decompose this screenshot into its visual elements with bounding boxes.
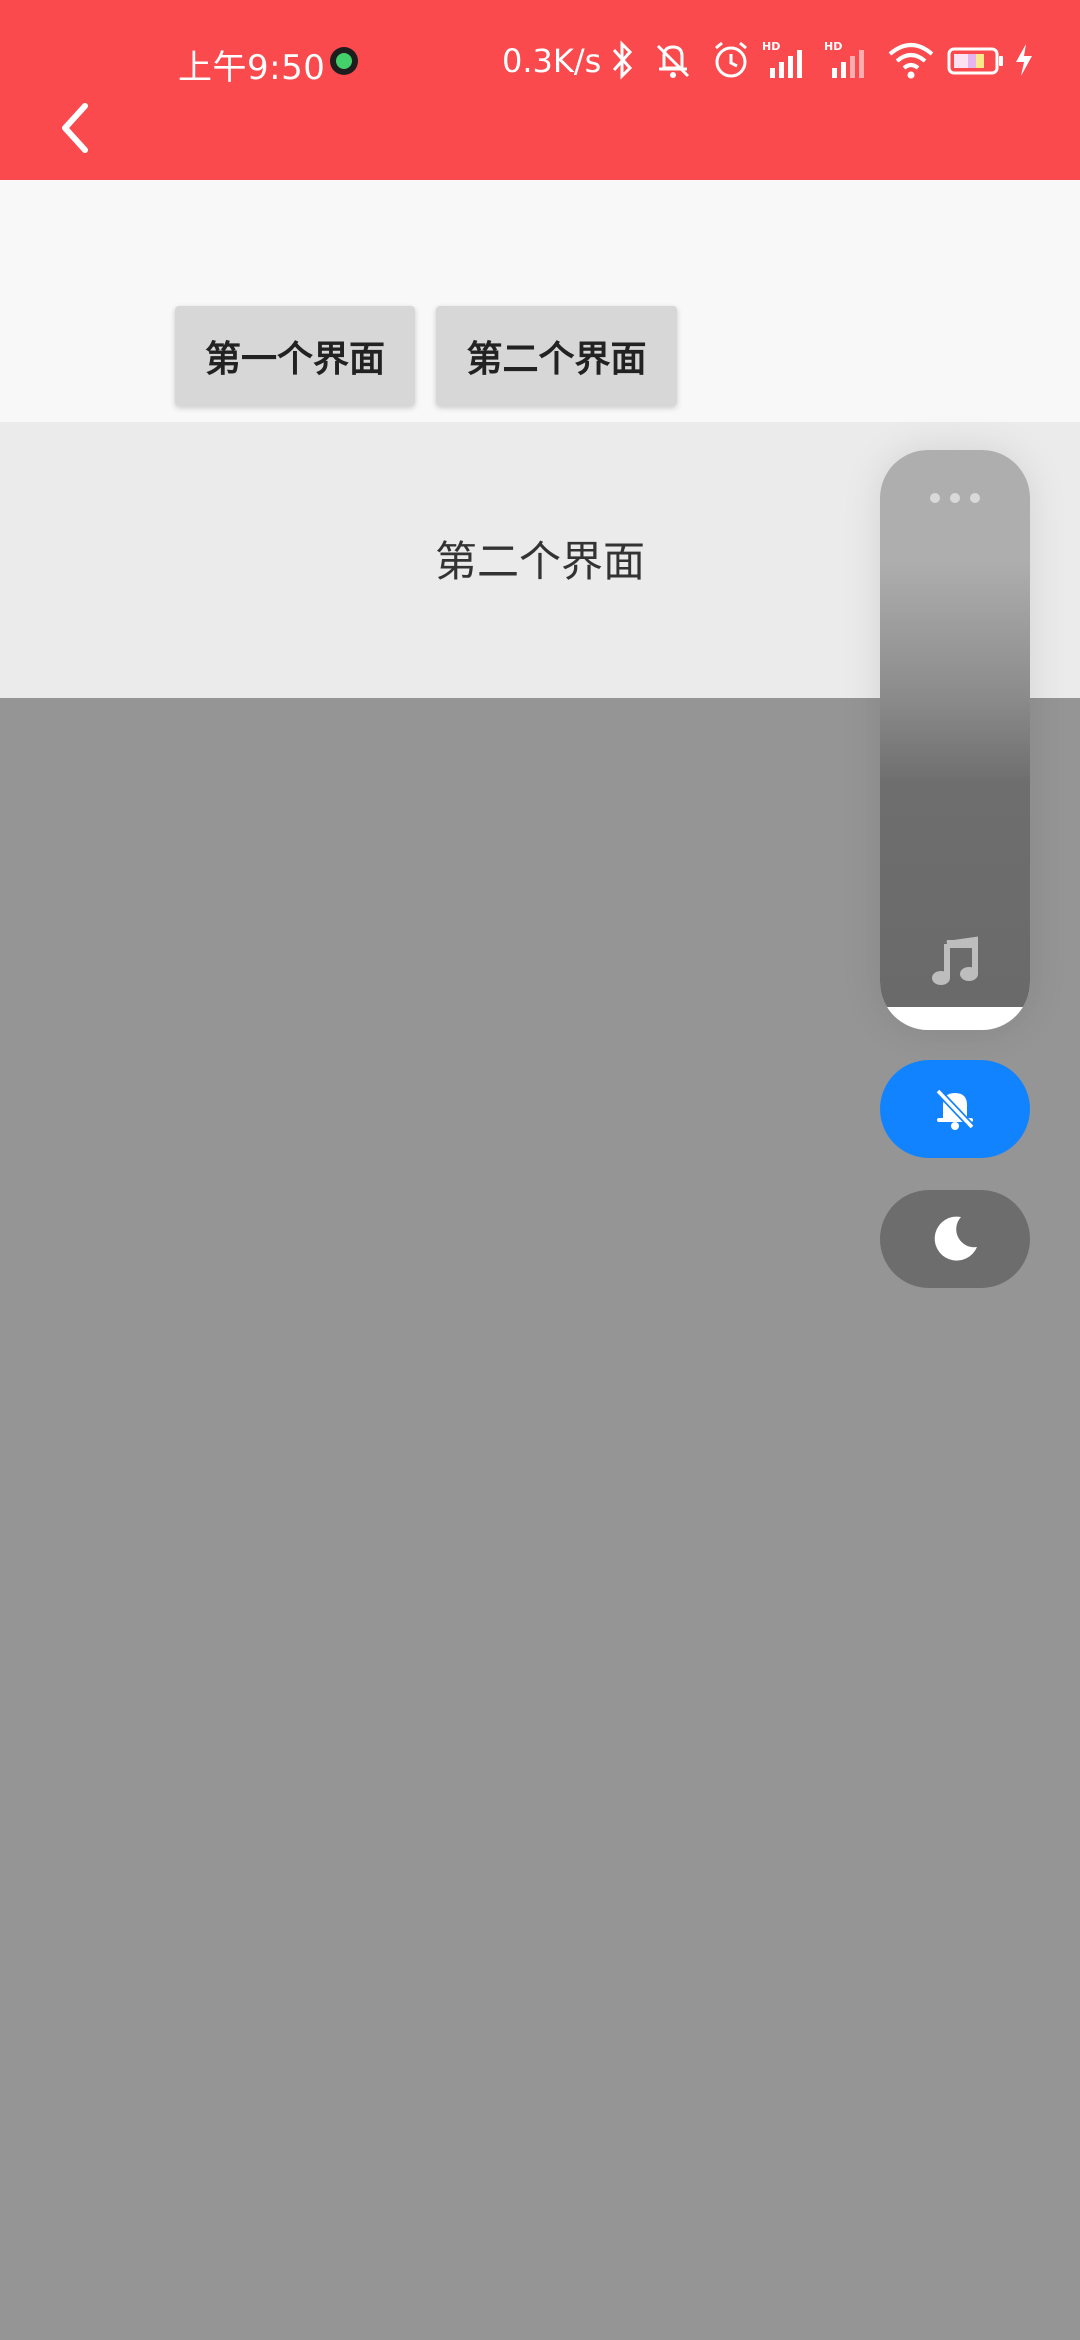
back-button[interactable] [46,96,102,160]
battery-icon [947,47,1003,75]
svg-text:HD: HD [824,40,842,53]
muted-bell-icon [935,1088,975,1130]
do-not-disturb-button[interactable] [880,1190,1030,1288]
network-speed: 0.3K/s [502,42,602,80]
status-time: 上午9:50 [178,48,326,88]
status-icons: HD HD [610,38,1040,86]
moon-icon [934,1216,977,1261]
screen: 上午9:50 0.3K/s HD HD 第一个界面 第二个界面 第二个界面 [0,0,1080,2340]
more-dots-icon[interactable] [930,488,980,508]
wifi-icon [888,43,934,79]
muted-bell-icon [656,44,690,78]
volume-slider[interactable] [880,450,1030,1030]
tab-second-screen[interactable]: 第二个界面 [436,306,677,406]
app-notification-icon [330,47,358,75]
hd-signal-icon: HD [762,40,802,78]
charging-bolt-icon [1016,44,1032,76]
mute-toggle-button[interactable] [880,1060,1030,1158]
tab-first-screen[interactable]: 第一个界面 [175,306,415,406]
svg-text:HD: HD [762,40,780,53]
app-bar: 上午9:50 0.3K/s HD HD [0,0,1080,180]
bluetooth-icon [612,40,633,80]
music-note-icon [932,936,978,985]
hd-signal-icon: HD [824,40,864,78]
alarm-icon [715,41,747,78]
volume-level-fill [880,450,1030,1007]
chevron-left-icon [62,103,88,153]
